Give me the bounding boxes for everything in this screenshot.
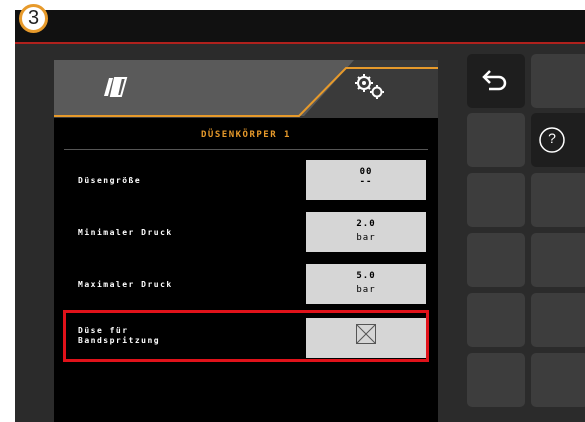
back-arrow-icon — [482, 70, 507, 91]
min-pressure-field[interactable]: 2.0 bar — [306, 212, 426, 252]
softkey-right-6[interactable] — [531, 353, 585, 407]
section-divider — [64, 149, 428, 150]
nozzle-size-label: Düsengröße — [78, 176, 142, 185]
max-pressure-label: Maximaler Druck — [78, 280, 173, 289]
top-bar-accent-line — [15, 42, 585, 44]
softkey-left-4[interactable] — [467, 233, 525, 287]
min-pressure-value: 2.0 — [356, 219, 376, 229]
tab-settings[interactable] — [324, 60, 438, 118]
softkey-right-3[interactable] — [531, 173, 585, 227]
softkey-left-2[interactable] — [467, 113, 525, 167]
help-label: ? — [548, 130, 556, 146]
max-pressure-unit: bar — [356, 285, 376, 295]
nozzle-size-value: 00 — [359, 167, 373, 177]
tab-bar — [54, 60, 438, 118]
nozzle-size-field[interactable]: 00 -- — [306, 160, 426, 200]
softkey-left-5[interactable] — [467, 293, 525, 347]
softkey-right-1[interactable] — [531, 54, 585, 108]
tab-machine[interactable] — [54, 60, 274, 116]
main-screen: DÜSENKÖRPER 1 Düsengröße 00 -- Minimaler… — [54, 60, 438, 422]
softkey-right-5[interactable] — [531, 293, 585, 347]
softkey-left-6[interactable] — [467, 353, 525, 407]
top-bar — [15, 10, 585, 42]
min-pressure-unit: bar — [356, 233, 376, 243]
help-button[interactable]: ? — [531, 113, 585, 167]
max-pressure-value: 5.0 — [356, 271, 376, 281]
back-button[interactable] — [467, 54, 525, 108]
terminal-frame: DÜSENKÖRPER 1 Düsengröße 00 -- Minimaler… — [15, 10, 585, 422]
section-title: DÜSENKÖRPER 1 — [201, 130, 291, 140]
sprayer-boom-icon — [104, 77, 128, 97]
callout-number-badge: 3 — [19, 4, 48, 33]
nozzle-size-unit: -- — [359, 177, 373, 187]
max-pressure-field[interactable]: 5.0 bar — [306, 264, 426, 304]
settings-gears-icon — [355, 74, 384, 99]
band-spraying-highlight-box — [63, 310, 429, 362]
softkey-right-4[interactable] — [531, 233, 585, 287]
min-pressure-label: Minimaler Druck — [78, 228, 173, 237]
softkey-left-3[interactable] — [467, 173, 525, 227]
